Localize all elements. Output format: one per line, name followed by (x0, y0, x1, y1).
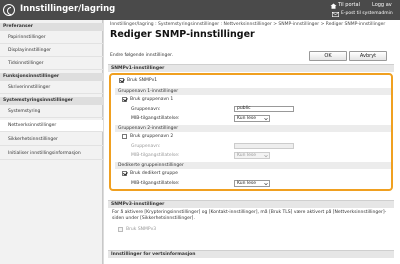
host-info-section-header: Innstillinger for vertsinformasjon (108, 250, 394, 258)
dedicated-mib-label: MIB-tilgangstillatelse: (131, 181, 180, 186)
dedicated-community-header: Dedikerte gruppeinnstillinger (115, 162, 391, 169)
community2-mib-label: MIB-tilgangstillatelse: (131, 153, 180, 158)
logo-icon (3, 4, 15, 16)
use-community2-row: Bruk gruppenavn 2 (122, 134, 173, 140)
use-snmpv3-row: Bruk SNMPv3 (118, 227, 156, 233)
top-bar: Innstillinger/lagring Til portal Logg av… (0, 0, 400, 20)
community2-mib-select[interactable]: Kun lese (234, 152, 270, 159)
mail-icon[interactable] (332, 12, 339, 17)
use-dedicated-label: Bruk dedikert gruppe (130, 171, 178, 176)
community1-mib-value: Kun lese (237, 116, 256, 121)
use-snmpv1-row: Bruk SNMPv1 (119, 78, 157, 84)
sidebar-item-network[interactable]: Nettverksinnstillinger (0, 120, 103, 132)
use-snmpv3-checkbox[interactable] (118, 227, 123, 232)
breadcrumb: Innstillinger/lagring : Systemstyringsin… (110, 22, 386, 27)
sidebar-item-printer[interactable]: Skriverinnstillinger (0, 82, 103, 94)
chevron-down-icon (264, 117, 268, 121)
logout-link[interactable]: Logg av (372, 2, 392, 8)
cancel-button[interactable]: Avbryt (349, 51, 387, 61)
sidebar-item-system[interactable]: Systemstyring (0, 106, 103, 118)
snmpv3-section-header: SNMPv3-innstillinger (108, 200, 394, 208)
use-snmpv1-label: Bruk SNMPv1 (127, 78, 158, 83)
home-icon[interactable] (330, 3, 337, 9)
dedicated-mib-select[interactable]: Kun lese (234, 180, 270, 187)
use-community2-checkbox[interactable] (122, 134, 127, 139)
use-dedicated-checkbox[interactable] (122, 171, 127, 176)
snmpv1-section-header: SNMPv1-innstillinger (108, 64, 394, 72)
chevron-down-icon (264, 182, 268, 186)
use-dedicated-row: Bruk dedikert gruppe (122, 171, 178, 177)
portal-link[interactable]: Til portal (338, 2, 360, 8)
app-title: Innstillinger/lagring (20, 4, 116, 14)
sidebar-item-initialize[interactable]: Initialiser innstillingsinformasjon (0, 148, 103, 160)
community1-mib-select[interactable]: Kun lese (234, 115, 270, 122)
email-admin-link[interactable]: E-post til systemadmin (341, 11, 393, 16)
community1-name-label: Gruppenavn: (131, 107, 161, 112)
sidebar-item-security[interactable]: Sikkerhetsinnstillinger (0, 134, 103, 146)
use-community1-checkbox[interactable] (122, 97, 127, 102)
use-community2-label: Bruk gruppenavn 2 (130, 134, 174, 139)
community1-name-input[interactable]: public (234, 106, 294, 112)
use-snmpv3-label: Bruk SNMPv3 (126, 227, 157, 232)
community1-header: Gruppenavn 1-innstillinger (115, 88, 391, 95)
sidebar-section-title: Funksjonsinnstillinger (0, 73, 103, 81)
page-title: Rediger SNMP-innstillinger (110, 29, 255, 40)
community2-mib-value: Kun lese (237, 153, 256, 158)
snmpv1-highlight-frame: Bruk SNMPv1 Gruppenavn 1-innstillinger B… (109, 73, 393, 191)
use-snmpv1-checkbox[interactable] (119, 78, 124, 83)
sidebar-section-title: Systemstyringsinnstillinger (0, 97, 103, 105)
use-community1-label: Bruk gruppenavn 1 (130, 97, 174, 102)
dedicated-mib-value: Kun lese (237, 181, 256, 186)
sidebar: Preferanser Papirinnstillinger Displayin… (0, 20, 103, 264)
community2-header: Gruppenavn 2-innstillinger (115, 125, 391, 132)
chevron-down-icon (264, 154, 268, 158)
community2-name-input[interactable] (234, 143, 294, 149)
ok-button[interactable]: OK (309, 51, 347, 61)
sidebar-item-paper[interactable]: Papirinnstillinger (0, 32, 103, 44)
instruction-text: Endre følgende innstillinger. (110, 53, 174, 58)
sidebar-item-time[interactable]: Tidsinnstillinger (0, 58, 103, 70)
main-content: Innstillinger/lagring : Systemstyringsin… (104, 20, 400, 264)
community2-name-label: Gruppenavn: (131, 144, 161, 149)
sidebar-section-title: Preferanser (0, 23, 103, 31)
sidebar-item-display[interactable]: Displayinnstillinger (0, 45, 103, 57)
use-community1-row: Bruk gruppenavn 1 (122, 97, 173, 103)
community1-mib-label: MIB-tilgangstillatelse: (131, 116, 180, 121)
snmpv3-description: For å aktivere [Krypteringsinnstillinger… (112, 210, 387, 221)
